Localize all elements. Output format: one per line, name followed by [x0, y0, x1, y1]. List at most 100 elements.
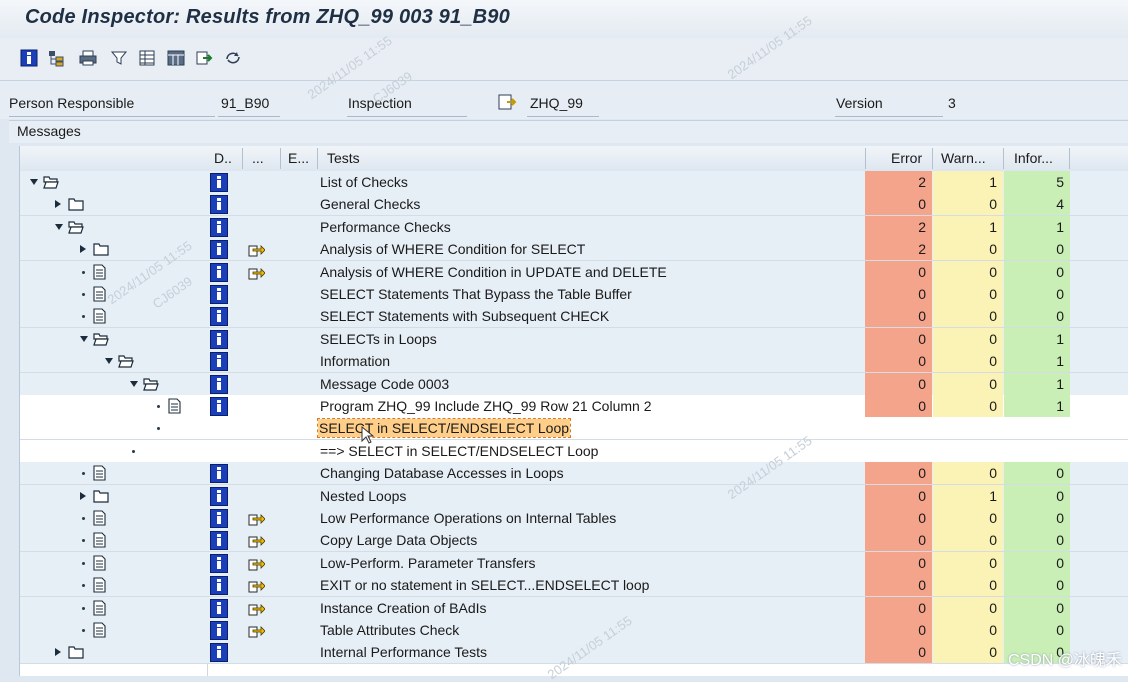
tree-row[interactable]: List of Checks 2 1 5	[20, 171, 1128, 194]
expand-arrow-icon[interactable]	[55, 200, 61, 209]
navigate-icon[interactable]	[248, 578, 266, 593]
test-name[interactable]: SELECT Statements with Subsequent CHECK	[320, 305, 609, 327]
tree-row[interactable]: Analysis of WHERE Condition in UPDATE an…	[20, 260, 1128, 284]
test-name[interactable]: Message Code 0003	[320, 373, 449, 395]
column-tests[interactable]: Tests	[327, 150, 360, 166]
navigate-icon[interactable]	[248, 601, 266, 616]
info-icon[interactable]	[210, 217, 228, 237]
leaf-bullet-icon	[82, 315, 85, 319]
info-icon[interactable]	[210, 553, 228, 573]
test-name[interactable]: Low Performance Operations on Internal T…	[320, 507, 616, 529]
info-icon[interactable]	[210, 576, 228, 596]
column-e[interactable]: E...	[288, 150, 309, 166]
columns-icon[interactable]	[138, 49, 156, 67]
tree-row[interactable]: SELECT Statements That Bypass the Table …	[20, 283, 1128, 306]
tree-row[interactable]: Message Code 0003 0 0 1	[20, 372, 1128, 396]
navigate-icon[interactable]	[248, 265, 266, 280]
tree-row[interactable]: Table Attributes Check 0 0 0	[20, 619, 1128, 642]
navigate-icon[interactable]	[248, 623, 266, 638]
tree-row[interactable]: ==> SELECT in SELECT/ENDSELECT Loop	[20, 439, 1128, 463]
tree-row[interactable]: Program ZHQ_99 Include ZHQ_99 Row 21 Col…	[20, 395, 1128, 418]
test-name[interactable]: Analysis of WHERE Condition for SELECT	[320, 238, 585, 260]
test-name[interactable]: EXIT or no statement in SELECT...ENDSELE…	[320, 574, 649, 596]
tree-row[interactable]: Performance Checks 2 1 1	[20, 215, 1128, 239]
tree-row[interactable]: Copy Large Data Objects 0 0 0	[20, 529, 1128, 553]
tree-row[interactable]: Nested Loops 0 1 0	[20, 484, 1128, 508]
info-icon[interactable]	[210, 643, 228, 663]
collapse-arrow-icon[interactable]	[30, 179, 38, 185]
test-name[interactable]: Copy Large Data Objects	[320, 529, 477, 551]
test-name[interactable]: Low-Perform. Parameter Transfers	[320, 552, 536, 574]
test-name[interactable]: Internal Performance Tests	[320, 641, 487, 663]
print-icon[interactable]	[79, 49, 97, 67]
collapse-arrow-icon[interactable]	[130, 380, 138, 387]
column-warnings[interactable]: Warn...	[941, 150, 986, 166]
tree-row[interactable]: Analysis of WHERE Condition for SELECT 2 0…	[20, 238, 1128, 262]
collapse-arrow-icon[interactable]	[80, 335, 88, 342]
tree-row[interactable]: SELECT Statements with Subsequent CHECK 0…	[20, 305, 1128, 329]
info-icon[interactable]	[210, 262, 228, 282]
column-d[interactable]: D..	[214, 150, 232, 166]
information-count: 1	[1004, 372, 1070, 395]
results-tree[interactable]: D.. ... E... Tests Error Warn... Infor..…	[19, 146, 1128, 676]
tree-row[interactable]: EXIT or no statement in SELECT...ENDSELE…	[20, 574, 1128, 598]
test-name[interactable]: SELECTs in Loops	[320, 328, 437, 350]
navigate-icon[interactable]	[248, 242, 266, 257]
column-error[interactable]: Error	[891, 150, 922, 166]
info-icon[interactable]	[210, 621, 228, 640]
info-icon[interactable]	[210, 240, 228, 260]
tree-row[interactable]: Instance Creation of BAdIs 0 0 0	[20, 596, 1128, 620]
tree-row[interactable]: Low-Perform. Parameter Transfers 0 0 0	[20, 551, 1128, 575]
info-icon[interactable]	[210, 173, 228, 192]
expand-arrow-icon[interactable]	[80, 491, 86, 500]
test-name[interactable]: List of Checks	[320, 171, 408, 193]
navigate-icon[interactable]	[248, 556, 266, 571]
test-name[interactable]: Changing Database Accesses in Loops	[320, 462, 564, 484]
tree-header: D.. ... E... Tests Error Warn... Infor..…	[20, 146, 1128, 172]
refresh-icon[interactable]	[224, 49, 242, 67]
tree-row[interactable]: Low Performance Operations on Internal T…	[20, 507, 1128, 530]
info-icon[interactable]	[210, 285, 228, 304]
info-icon[interactable]	[20, 49, 38, 67]
test-name[interactable]: Program ZHQ_99 Include ZHQ_99 Row 21 Col…	[320, 395, 651, 417]
test-name[interactable]: Information	[320, 350, 390, 372]
navigate-icon[interactable]	[248, 533, 266, 548]
tree-row[interactable]: General Checks 0 0 4	[20, 193, 1128, 217]
info-icon[interactable]	[210, 464, 228, 484]
collapse-arrow-icon[interactable]	[55, 223, 63, 230]
info-icon[interactable]	[210, 509, 228, 528]
info-icon[interactable]	[210, 397, 228, 416]
info-icon[interactable]	[210, 307, 228, 327]
collapse-arrow-icon[interactable]	[105, 358, 113, 365]
test-name[interactable]: Table Attributes Check	[320, 619, 459, 641]
info-icon[interactable]	[210, 374, 228, 394]
tree-row[interactable]: Internal Performance Tests 0 0 0	[20, 641, 1128, 665]
info-icon[interactable]	[210, 531, 228, 551]
filter-icon[interactable]	[110, 49, 128, 67]
test-name[interactable]: Performance Checks	[320, 216, 451, 238]
info-icon[interactable]	[210, 352, 228, 372]
info-icon[interactable]	[210, 598, 228, 618]
hierarchy-icon[interactable]	[47, 49, 65, 67]
export-icon[interactable]	[195, 49, 213, 67]
tree-row[interactable]: Information 0 0 1	[20, 350, 1128, 374]
test-name[interactable]: Nested Loops	[320, 485, 406, 507]
navigate-icon[interactable]	[248, 511, 266, 526]
test-name[interactable]: SELECT Statements That Bypass the Table …	[320, 283, 632, 305]
column-information[interactable]: Infor...	[1014, 150, 1053, 166]
info-icon[interactable]	[210, 329, 228, 349]
column-dots[interactable]: ...	[252, 150, 264, 166]
info-icon[interactable]	[210, 486, 228, 506]
document-icon	[93, 622, 109, 640]
test-name[interactable]: SELECT in SELECT/ENDSELECT Loop	[316, 418, 572, 439]
test-name[interactable]: General Checks	[320, 193, 420, 215]
expand-arrow-icon[interactable]	[55, 648, 61, 657]
info-icon[interactable]	[210, 195, 228, 215]
tree-row[interactable]: Changing Database Accesses in Loops 0 0 0	[20, 462, 1128, 486]
expand-arrow-icon[interactable]	[80, 245, 86, 254]
test-name[interactable]: Analysis of WHERE Condition in UPDATE an…	[320, 261, 667, 283]
tree-row[interactable]: SELECTs in Loops 0 0 1	[20, 327, 1128, 351]
tree-row[interactable]: SELECT in SELECT/ENDSELECT Loop	[20, 417, 1128, 441]
layout-icon[interactable]	[167, 49, 185, 67]
test-name[interactable]: Instance Creation of BAdIs	[320, 597, 487, 619]
